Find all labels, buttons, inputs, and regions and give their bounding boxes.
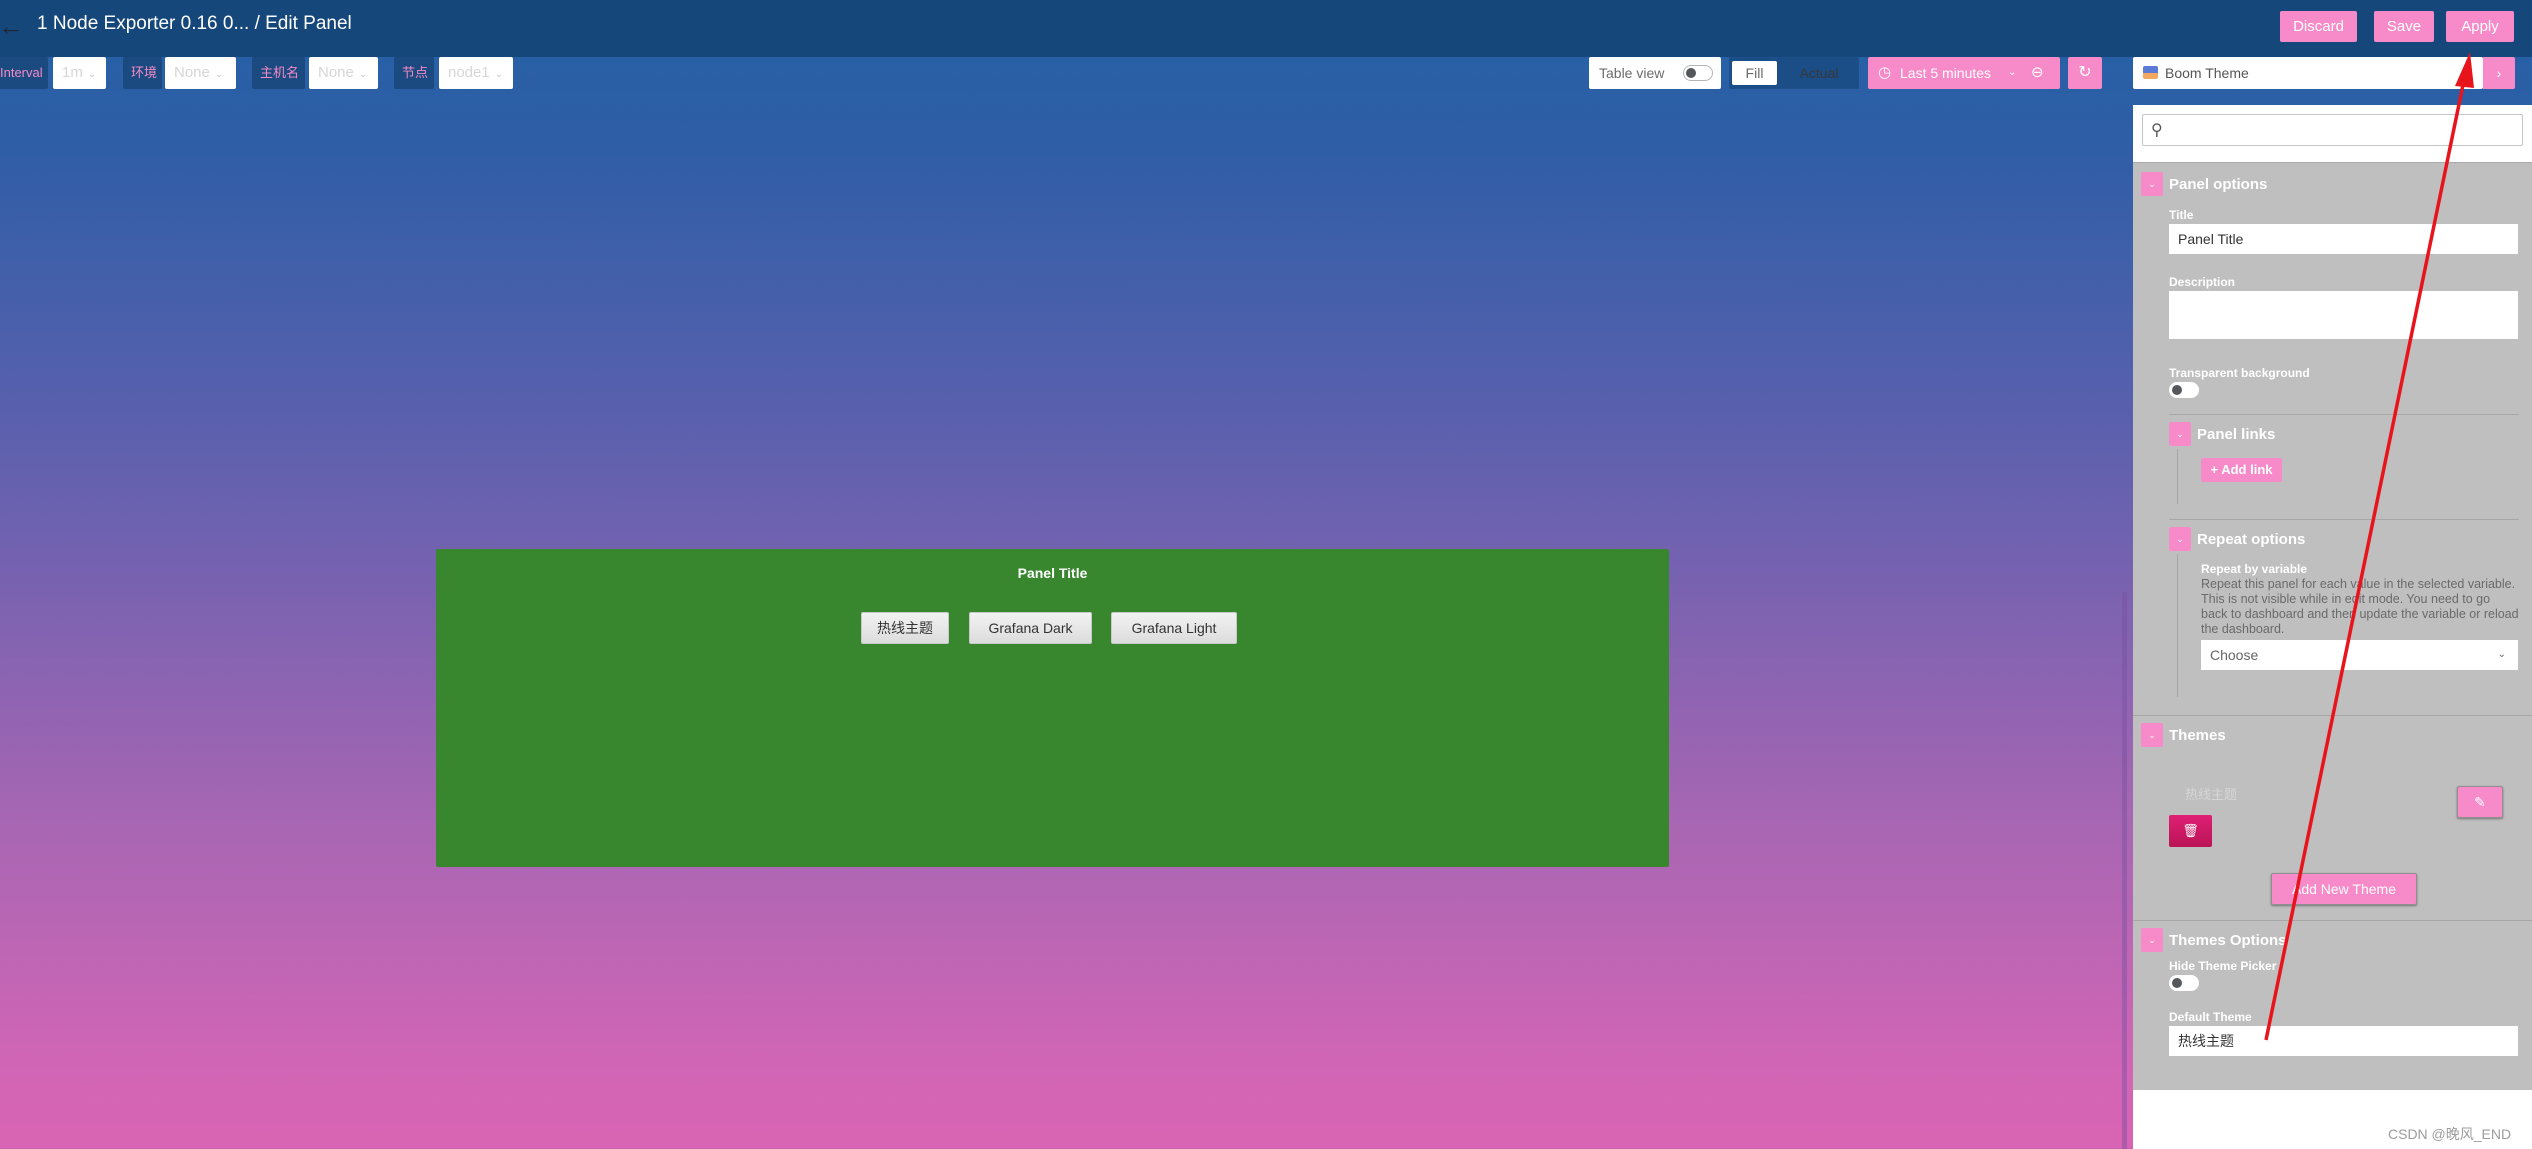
divider [2169, 414, 2519, 415]
variable-select-hostname[interactable]: None ⌄ [309, 57, 378, 89]
themes-collapse-toggle[interactable]: ⌄ [2141, 723, 2163, 747]
save-button[interactable]: Save [2374, 11, 2434, 42]
top-navbar [0, 0, 2532, 57]
options-list: ⌄ Panel options Title Panel Title Descri… [2133, 162, 2532, 1090]
description-label: Description [2169, 275, 2236, 289]
fill-option[interactable]: Fill [1732, 61, 1777, 85]
clock-icon: ◷ [1878, 64, 1892, 81]
refresh-icon: ↻ [2078, 64, 2092, 81]
themes-options-collapse-toggle[interactable]: ⌄ [2141, 928, 2163, 952]
nesting-line [2177, 449, 2178, 504]
add-new-theme-button[interactable]: Add New Theme [2271, 873, 2417, 905]
default-theme-label: Default Theme [2169, 1010, 2252, 1024]
apply-button[interactable]: Apply [2446, 11, 2514, 42]
panel-links-collapse-toggle[interactable]: ⌄ [2169, 422, 2191, 446]
watermark: CSDN @晚风_END [2388, 1126, 2512, 1142]
search-icon: ⚲ [2151, 122, 2163, 139]
repeat-variable-select[interactable]: Choose ⌄ [2201, 640, 2518, 670]
variable-select-interval[interactable]: 1m ⌄ [53, 57, 106, 89]
repeat-select-value: Choose [2210, 647, 2259, 663]
variable-value: None [174, 64, 210, 81]
transparent-background-label: Transparent background [2169, 366, 2310, 380]
panel-options-heading: Panel options [2169, 176, 2268, 193]
chevron-down-icon: ⌄ [2008, 67, 2017, 78]
variable-label-interval: Interval [0, 57, 48, 89]
repeat-options-collapse-toggle[interactable]: ⌄ [2169, 527, 2191, 551]
time-range-label: Last 5 minutes [1900, 65, 1992, 81]
visualization-name: Boom Theme [2165, 65, 2249, 81]
chevron-down-icon: ⌄ [358, 69, 368, 80]
edit-icon: ✎ [2474, 793, 2486, 810]
variable-select-env[interactable]: None ⌄ [165, 57, 236, 89]
toggle-options-pane-button[interactable]: › [2483, 57, 2515, 89]
theme-item-name: 热线主题 [2185, 787, 2238, 802]
variable-label-env: 环境 [123, 57, 162, 89]
table-view-toggle[interactable]: Table view [1589, 57, 1721, 89]
nesting-line [2177, 554, 2178, 697]
add-link-label: Add link [2221, 462, 2273, 477]
variable-value: node1 [448, 64, 490, 81]
edit-theme-button[interactable]: ✎ [2457, 786, 2503, 818]
title-label: Title [2169, 208, 2194, 222]
discard-button[interactable]: Discard [2280, 11, 2357, 42]
repeat-options-heading: Repeat options [2197, 531, 2306, 548]
options-search-input[interactable]: ⚲ [2142, 114, 2523, 146]
repeat-by-variable-label: Repeat by variable [2201, 562, 2308, 576]
theme-button-grafana-light[interactable]: Grafana Light [1111, 612, 1237, 644]
variable-select-node[interactable]: node1 ⌄ [439, 57, 513, 89]
actual-option[interactable]: Actual [1780, 61, 1858, 85]
divider [2133, 920, 2532, 921]
delete-theme-button[interactable]: 🗑 [2169, 815, 2212, 847]
chevron-down-icon: ⌄ [214, 69, 224, 80]
refresh-button[interactable]: ↻ [2068, 57, 2102, 89]
variable-label-node: 节点 [394, 57, 434, 89]
pane-resize-handle[interactable] [2122, 592, 2127, 1149]
fill-actual-radio-group: Fill Actual [1729, 57, 1859, 89]
repeat-help-text: Repeat this panel for each value in the … [2201, 577, 2519, 636]
chevron-down-icon: ⌄ [494, 69, 504, 80]
variable-value: 1m [62, 64, 83, 81]
page-title: 1 Node Exporter 0.16 0... / Edit Panel [37, 13, 352, 34]
transparent-background-switch[interactable] [2169, 382, 2199, 398]
time-range-picker[interactable]: ◷ Last 5 minutes ⌄ ⊖ [1868, 57, 2060, 89]
table-view-label: Table view [1599, 65, 1665, 81]
panel-options-collapse-toggle[interactable]: ⌄ [2141, 172, 2163, 196]
theme-button-hotline[interactable]: 热线主题 [861, 612, 949, 644]
theme-button-grafana-dark[interactable]: Grafana Dark [969, 612, 1092, 644]
plus-icon: + [2210, 462, 2219, 477]
visualization-picker[interactable]: Boom Theme ⌄ [2133, 57, 2483, 89]
chevron-down-icon: ⌄ [87, 69, 97, 80]
variable-label-hostname: 主机名 [252, 57, 305, 89]
back-arrow-icon[interactable]: ← [0, 13, 24, 39]
chevron-down-icon: ⌄ [2497, 649, 2506, 660]
boom-theme-icon [2143, 66, 2158, 79]
panel-title: Panel Title [1017, 565, 1088, 581]
zoom-out-icon[interactable]: ⊖ [2031, 57, 2044, 89]
themes-heading: Themes [2169, 727, 2226, 744]
divider [2133, 715, 2532, 716]
chevron-right-icon: › [2496, 65, 2502, 81]
panel-links-heading: Panel links [2197, 426, 2276, 443]
hide-theme-picker-switch[interactable] [2169, 975, 2199, 991]
variable-value: None [318, 64, 354, 81]
description-textarea[interactable] [2169, 291, 2518, 339]
options-pane: ⚲ ⌄ Panel options Title Panel Title Desc… [2133, 105, 2532, 1149]
table-view-switch[interactable] [1683, 65, 1713, 81]
chevron-down-icon: ⌄ [2462, 67, 2471, 78]
title-input[interactable]: Panel Title [2169, 224, 2518, 254]
themes-options-heading: Themes Options [2169, 932, 2287, 949]
trash-icon: 🗑 [2182, 823, 2199, 838]
hide-theme-picker-label: Hide Theme Picker [2169, 959, 2277, 973]
panel-preview: Panel Title 热线主题 Grafana Dark Grafana Li… [436, 549, 1669, 867]
default-theme-input[interactable]: 热线主题 [2169, 1026, 2518, 1056]
divider [2169, 519, 2519, 520]
add-link-button[interactable]: + Add link [2201, 458, 2282, 482]
